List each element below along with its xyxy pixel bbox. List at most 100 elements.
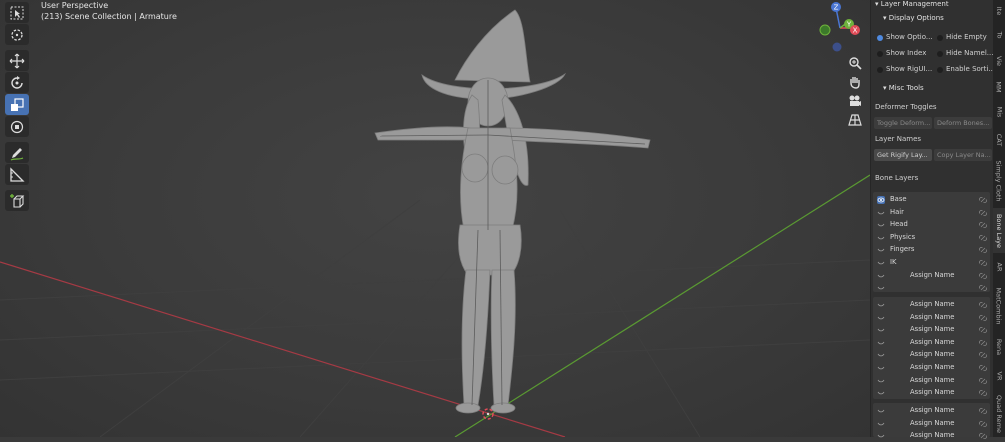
- bone-layer-name[interactable]: Assign Name: [910, 431, 954, 439]
- enable-sorting-checkbox[interactable]: [937, 67, 943, 73]
- link-icon[interactable]: [979, 389, 987, 397]
- camera-view-icon[interactable]: [848, 94, 862, 108]
- pan-hand-icon[interactable]: [848, 75, 862, 89]
- eye-closed-icon[interactable]: [877, 272, 885, 280]
- link-icon[interactable]: [979, 301, 987, 309]
- eye-closed-icon[interactable]: [877, 407, 885, 415]
- eye-open-icon[interactable]: [877, 196, 885, 204]
- move-tool[interactable]: [5, 50, 29, 71]
- bone-layer-name[interactable]: Assign Name: [910, 388, 954, 396]
- link-icon[interactable]: [979, 377, 987, 385]
- annotate-tool[interactable]: [5, 142, 29, 163]
- rotate-tool[interactable]: [5, 72, 29, 93]
- hide-empty-checkbox[interactable]: [937, 35, 943, 41]
- bone-layer-row[interactable]: Assign Name: [873, 362, 990, 374]
- link-icon[interactable]: [979, 326, 987, 334]
- bone-layer-name[interactable]: Base: [890, 195, 907, 203]
- bone-layer-name[interactable]: Physics: [890, 233, 915, 241]
- bone-layer-row[interactable]: Assign Name: [873, 405, 990, 417]
- sidebar-tab[interactable]: MM: [993, 75, 1005, 98]
- bone-layer-row[interactable]: Assign Name: [873, 430, 990, 442]
- link-icon[interactable]: [979, 272, 987, 280]
- eye-closed-icon[interactable]: [877, 314, 885, 322]
- eye-closed-icon[interactable]: [877, 420, 885, 428]
- link-icon[interactable]: [979, 246, 987, 254]
- eye-closed-icon[interactable]: [877, 339, 885, 347]
- eye-closed-icon[interactable]: [877, 284, 885, 292]
- sidebar-tab[interactable]: CAT: [993, 126, 1005, 154]
- sidebar-tab[interactable]: Vie: [993, 48, 1005, 73]
- select-box-tool[interactable]: [5, 2, 29, 23]
- show-rigui-checkbox[interactable]: [877, 67, 883, 73]
- eye-closed-icon[interactable]: [877, 259, 885, 267]
- eye-closed-icon[interactable]: [877, 301, 885, 309]
- link-icon[interactable]: [979, 339, 987, 347]
- bone-layer-row[interactable]: Assign Name: [873, 312, 990, 324]
- bone-layer-row[interactable]: Assign Name: [873, 349, 990, 361]
- eye-closed-icon[interactable]: [877, 351, 885, 359]
- show-options-checkbox[interactable]: [877, 35, 883, 41]
- bone-layer-row[interactable]: Head: [873, 219, 990, 231]
- misc-tools-header[interactable]: ▾ Misc Tools: [883, 84, 924, 92]
- link-icon[interactable]: [979, 314, 987, 322]
- link-icon[interactable]: [979, 420, 987, 428]
- sidebar-tab[interactable]: VR: [993, 364, 1005, 388]
- sidebar-tab[interactable]: Bone Laye: [993, 208, 1005, 253]
- bone-layer-name[interactable]: Assign Name: [910, 300, 954, 308]
- bone-layer-name[interactable]: Assign Name: [910, 406, 954, 414]
- bone-layer-name[interactable]: Assign Name: [910, 376, 954, 384]
- bone-layer-row[interactable]: Physics: [873, 232, 990, 244]
- bone-layer-name[interactable]: Fingers: [890, 245, 914, 253]
- scale-tool[interactable]: [5, 94, 29, 115]
- bone-layer-name[interactable]: Hair: [890, 208, 904, 216]
- bone-layer-row[interactable]: Assign Name: [873, 387, 990, 399]
- sidebar-tab[interactable]: MatCombin: [993, 281, 1005, 331]
- sidebar-tab[interactable]: To: [993, 24, 1005, 46]
- eye-closed-icon[interactable]: [877, 209, 885, 217]
- eye-closed-icon[interactable]: [877, 326, 885, 334]
- sidebar-tab[interactable]: Simply Cloth: [993, 156, 1005, 206]
- link-icon[interactable]: [979, 351, 987, 359]
- eye-closed-icon[interactable]: [877, 432, 885, 440]
- eye-closed-icon[interactable]: [877, 234, 885, 242]
- bone-layer-row[interactable]: Assign Name: [873, 418, 990, 430]
- link-icon[interactable]: [979, 284, 987, 292]
- cursor-tool[interactable]: [5, 24, 29, 45]
- bone-layer-name[interactable]: IK: [890, 258, 896, 266]
- bone-layer-row[interactable]: Assign Name: [873, 337, 990, 349]
- sidebar-tab[interactable]: AR: [993, 255, 1005, 279]
- show-index-checkbox[interactable]: [877, 51, 883, 57]
- bone-layer-row[interactable]: Assign Name: [873, 270, 990, 282]
- bone-layer-row[interactable]: IK: [873, 257, 990, 269]
- display-options-header[interactable]: ▾ Display Options: [883, 14, 944, 22]
- bone-layer-name[interactable]: Head: [890, 220, 908, 228]
- eye-closed-icon[interactable]: [877, 246, 885, 254]
- layer-management-header[interactable]: ▾ Layer Management: [875, 0, 949, 8]
- link-icon[interactable]: [979, 234, 987, 242]
- zoom-icon[interactable]: [848, 56, 862, 70]
- sidebar-tab[interactable]: Rena: [993, 333, 1005, 361]
- bone-layer-row[interactable]: Assign Name: [873, 299, 990, 311]
- bone-layer-row[interactable]: Assign Name: [873, 375, 990, 387]
- measure-tool[interactable]: [5, 164, 29, 185]
- gizmo-neg-z-axis[interactable]: [832, 42, 842, 52]
- bone-layer-name[interactable]: Assign Name: [910, 350, 954, 358]
- perspective-grid-icon[interactable]: [848, 113, 862, 127]
- link-icon[interactable]: [979, 196, 987, 204]
- eye-closed-icon[interactable]: [877, 364, 885, 372]
- bone-layer-name[interactable]: Assign Name: [910, 338, 954, 346]
- eye-closed-icon[interactable]: [877, 221, 885, 229]
- navigation-gizmo[interactable]: Z Y X: [812, 0, 868, 56]
- link-icon[interactable]: [979, 432, 987, 440]
- eye-closed-icon[interactable]: [877, 389, 885, 397]
- bone-layer-name[interactable]: Assign Name: [910, 419, 954, 427]
- gizmo-neg-y-axis[interactable]: [819, 24, 831, 36]
- sidebar-tab[interactable]: Mis: [993, 100, 1005, 124]
- sidebar-tab[interactable]: Ite: [993, 0, 1005, 22]
- link-icon[interactable]: [979, 407, 987, 415]
- sidebar-tab[interactable]: Quad Reme: [993, 390, 1005, 437]
- bone-layer-row[interactable]: Hair: [873, 207, 990, 219]
- bone-layer-name[interactable]: Assign Name: [910, 325, 954, 333]
- bone-layer-name[interactable]: Assign Name: [910, 363, 954, 371]
- add-cube-tool[interactable]: [5, 190, 29, 211]
